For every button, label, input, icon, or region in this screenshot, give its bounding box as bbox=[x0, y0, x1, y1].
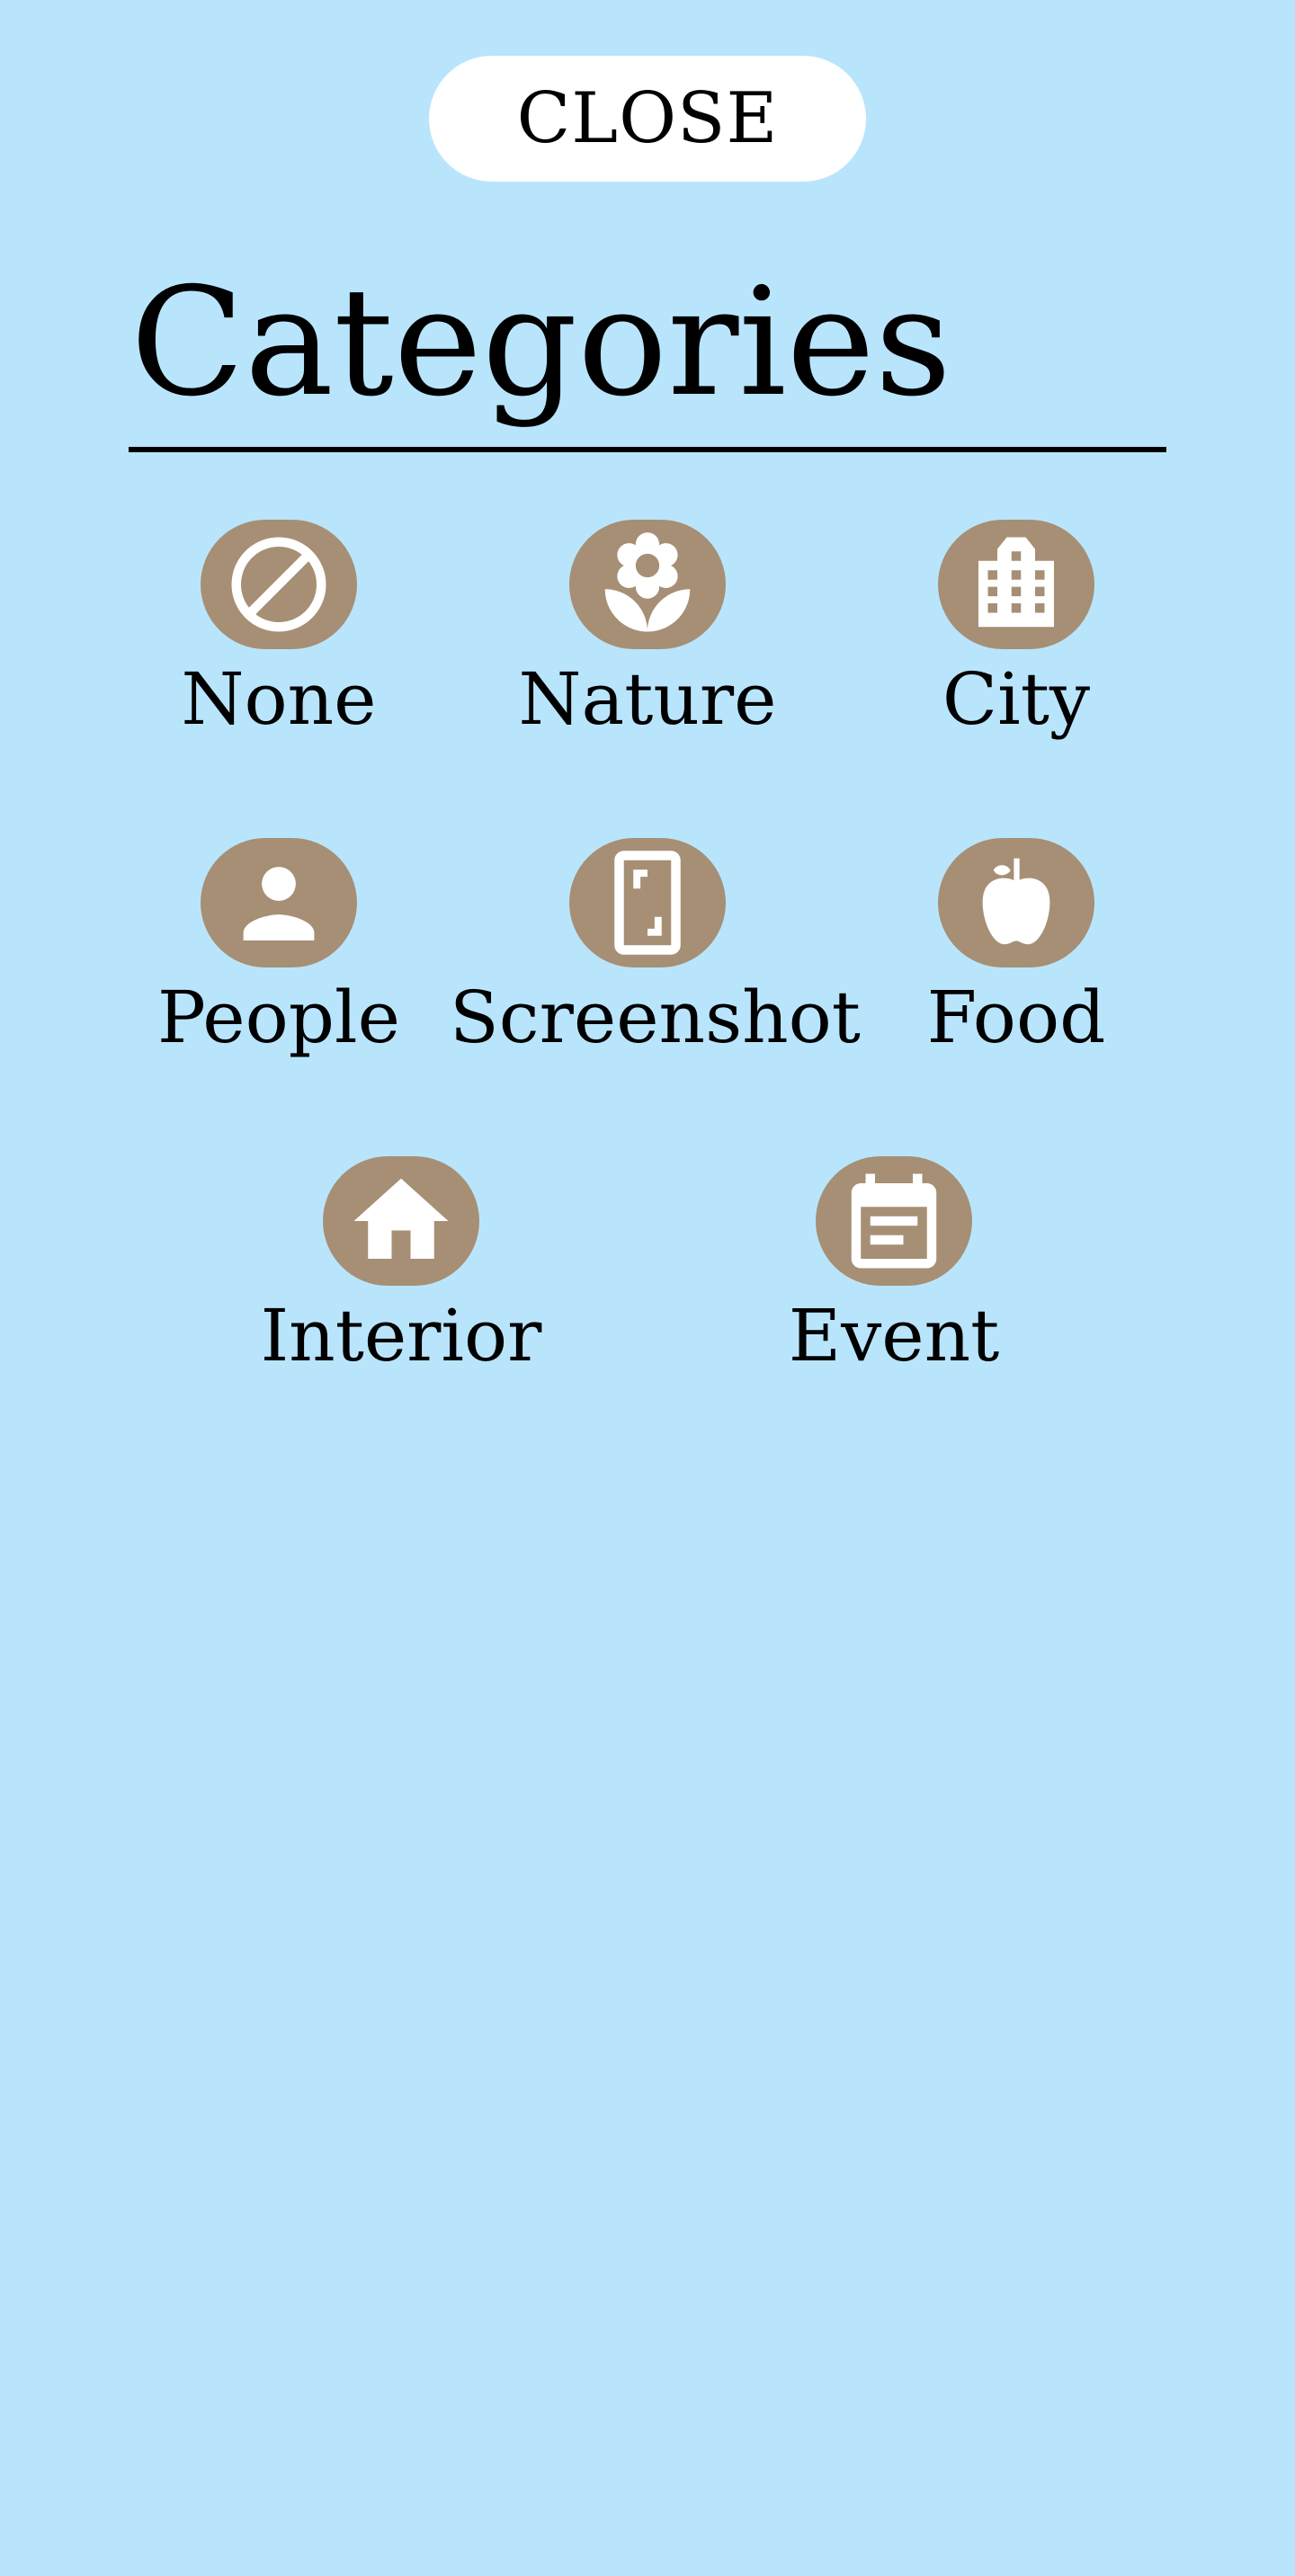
event-icon bbox=[851, 1173, 937, 1269]
category-interior-label: Interior bbox=[260, 1294, 542, 1377]
category-event[interactable]: Event bbox=[696, 1156, 1092, 1417]
title-divider bbox=[129, 447, 1166, 452]
apple-icon bbox=[982, 858, 1050, 945]
person-icon bbox=[243, 867, 315, 940]
category-interior[interactable]: Interior bbox=[203, 1156, 599, 1417]
category-nature-label: Nature bbox=[518, 657, 777, 741]
category-none[interactable]: None bbox=[81, 520, 477, 780]
category-city-label: City bbox=[942, 657, 1091, 741]
category-people-icon-bubble bbox=[201, 838, 357, 967]
close-button[interactable]: CLOSE bbox=[429, 56, 866, 182]
category-food-icon-bubble bbox=[938, 838, 1094, 967]
category-screenshot[interactable]: Screenshot bbox=[450, 838, 861, 1099]
category-screenshot-label: Screenshot bbox=[450, 976, 861, 1059]
category-screenshot-icon-bubble bbox=[569, 838, 726, 967]
home-icon bbox=[353, 1178, 449, 1259]
block-icon bbox=[231, 537, 326, 632]
page-title: Categories bbox=[130, 256, 951, 430]
category-people-label: People bbox=[157, 976, 400, 1059]
category-none-icon-bubble bbox=[201, 520, 357, 649]
category-none-label: None bbox=[181, 657, 377, 741]
category-city[interactable]: City bbox=[818, 520, 1214, 780]
category-food[interactable]: Food bbox=[818, 838, 1214, 1099]
screenshot-icon bbox=[614, 851, 681, 955]
category-city-icon-bubble bbox=[938, 520, 1094, 649]
category-interior-icon-bubble bbox=[323, 1156, 479, 1286]
category-nature-icon-bubble bbox=[569, 520, 726, 649]
category-people[interactable]: People bbox=[81, 838, 477, 1099]
category-event-icon-bubble bbox=[816, 1156, 972, 1286]
category-event-label: Event bbox=[788, 1294, 1000, 1377]
city-icon bbox=[978, 537, 1054, 628]
category-food-label: Food bbox=[926, 976, 1106, 1059]
flower-icon bbox=[604, 532, 691, 632]
category-nature[interactable]: Nature bbox=[450, 520, 845, 780]
